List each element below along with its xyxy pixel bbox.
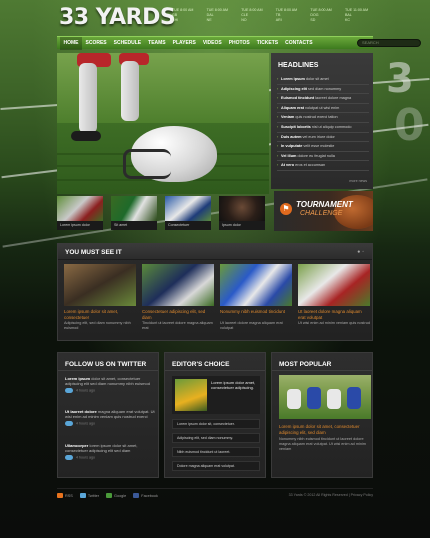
most-popular-title: MOST POPULAR [279, 361, 332, 368]
player-leg [79, 63, 97, 133]
twitter-bird-icon [65, 455, 73, 461]
editors-choice-item[interactable]: Dolore magna aliquam erat volutpat. [172, 461, 260, 471]
score-item[interactable]: TUE 11:00 AM BAL KC [345, 8, 372, 30]
twitter-link[interactable]: Twitter [79, 493, 99, 498]
twitter-icon [79, 493, 86, 498]
must-see-item[interactable]: Ut laoreet dolore magna aliquam erat vol… [298, 264, 370, 338]
next-arrow-icon[interactable]: ◦ [362, 249, 366, 255]
nav-home[interactable]: HOME [60, 37, 82, 50]
editors-choice-title: EDITOR'S CHOICE [172, 361, 230, 368]
more-news-link[interactable]: more news [349, 179, 367, 183]
editors-choice-item[interactable]: Lorem ipsum dolor sit, consectetuer. [172, 419, 260, 429]
editors-choice-panel: EDITOR'S CHOICE Lorem ipsum dolor amet, … [164, 352, 266, 478]
headline-item[interactable]: › Duis autem vel eum iriure dolor [277, 133, 369, 143]
editors-choice-item[interactable]: Adipiscing elit, sed diam nonummy. [172, 433, 260, 443]
rss-icon [57, 493, 63, 498]
score-item[interactable]: TUE 8:00 AM CLE NO [241, 8, 268, 30]
google-link[interactable]: Google [106, 493, 126, 498]
headline-item[interactable]: › Lorem ipsum dolor sit amet [277, 75, 369, 85]
facebook-link[interactable]: Facebook [133, 493, 158, 498]
copyright-text: 33 Yards © 2012 All Rights Reserved | Pr… [288, 493, 373, 497]
headline-item[interactable]: › Euismod tincidunt laoreet dolore magna [277, 94, 369, 104]
headline-item[interactable]: › Suscipit lobortis nisl ut aliquip commo… [277, 123, 369, 133]
must-see-panel: YOU MUST SEE IT ●◦ Lorem ipsum dolor sit… [57, 243, 373, 341]
yard-number-decoration: 0 [394, 100, 425, 151]
google-icon [106, 493, 112, 498]
headline-item[interactable]: › At vero eros et accumsan [277, 161, 369, 171]
main-nav: HOME SCORES SCHEDULE TEAMS PLAYERS VIDEO… [57, 36, 421, 50]
editors-choice-item[interactable]: Nibh euismod tincidunt ut laoreet. [172, 447, 260, 457]
tournament-challenge-banner[interactable]: ⚑ TOURNAMENT CHALLENGE [274, 191, 373, 231]
site-logo[interactable]: 33 YARDS [59, 5, 176, 33]
tweet-item: Lorem ipsum dolor sit amet, consectetuer… [65, 376, 150, 394]
twitter-title: FOLLOW US ON TWITTER [65, 361, 147, 368]
score-item[interactable]: TUE 8:00 AM GB CHI [172, 8, 199, 30]
nav-contacts[interactable]: CONTACTS [282, 37, 316, 50]
most-popular-panel: MOST POPULAR Lorem ipsum dolor sit amet,… [271, 352, 373, 478]
helmet-facemask [123, 149, 171, 179]
headlines-list: › Lorem ipsum dolor sit amet › Adipiscing … [277, 75, 369, 171]
twitter-bird-icon [65, 388, 73, 394]
headline-item[interactable]: › Adipiscing elit sed diam nonummy [277, 85, 369, 95]
player-cleat [71, 131, 101, 141]
search-input[interactable]: SEARCH [357, 39, 421, 47]
gallery-thumbnail[interactable]: Ipsum dolor [219, 196, 265, 230]
must-see-item[interactable]: Nonummy nibh euismod tincidunt Ut laoree… [220, 264, 292, 338]
headline-item[interactable]: › Vel illum dolore eu feugiat nulla [277, 152, 369, 162]
twitter-panel: FOLLOW US ON TWITTER Lorem ipsum dolor s… [57, 352, 159, 478]
nav-videos[interactable]: VIDEOS [199, 37, 225, 50]
nav-teams[interactable]: TEAMS [145, 37, 170, 50]
headlines-panel: HEADLINES › Lorem ipsum dolor sit amet › A… [271, 53, 373, 189]
gallery-thumbnail[interactable]: Sit amet [111, 196, 157, 230]
most-popular-image[interactable] [279, 375, 371, 419]
whistle-icon: ⚑ [280, 203, 292, 215]
social-links: RSS Twitter Google Facebook [57, 493, 165, 498]
facebook-icon [133, 493, 140, 498]
tweet-item: Ullamcorper lorem ipsum dolor sit amet, … [65, 443, 138, 461]
headline-item[interactable]: › In vulputate velit esse molestie [277, 142, 369, 152]
hero-image[interactable] [57, 53, 269, 194]
scoreboard: TUE 8:00 AM GB CHI TUE 8:00 AM DAL NE TU… [172, 8, 372, 30]
twitter-bird-icon [65, 421, 73, 427]
footer: RSS Twitter Google Facebook 33 Yards © 2… [57, 488, 373, 500]
gallery-thumbnail[interactable]: Consectetuer [165, 196, 211, 230]
player-leg [121, 61, 139, 121]
nav-schedule[interactable]: SCHEDULE [110, 37, 145, 50]
nav-photos[interactable]: PHOTOS [225, 37, 253, 50]
nav-tickets[interactable]: TICKETS [253, 37, 281, 50]
headline-item[interactable]: › Veniam quis nostrud exerci tation [277, 113, 369, 123]
nav-players[interactable]: PLAYERS [169, 37, 199, 50]
score-item[interactable]: TUE 8:00 AM TB ARI [276, 8, 303, 30]
editors-choice-feature[interactable]: Lorem ipsum dolor amet, consectetuer adi… [172, 376, 260, 414]
must-see-item[interactable]: Lorem ipsum dolor sit amet, consectetuer… [64, 264, 136, 338]
nav-scores[interactable]: SCORES [82, 37, 110, 50]
score-item[interactable]: TUE 8:00 AM DAL NE [207, 8, 234, 30]
yard-number-decoration: 3 [386, 56, 414, 102]
headlines-title: HEADLINES [278, 62, 319, 69]
must-see-title: YOU MUST SEE IT [65, 249, 122, 256]
must-see-item[interactable]: Consectetuer adipiscing elit, sed diam T… [142, 264, 214, 338]
tweet-item: Ut laoreet dolore magna aliquam erat vol… [65, 409, 155, 427]
gallery-thumbnail[interactable]: Lorem ipsum dolor [57, 196, 103, 230]
rss-link[interactable]: RSS [57, 493, 73, 498]
headline-item[interactable]: › Aliquam erat volutpat ut wisi enim [277, 104, 369, 114]
score-item[interactable]: TUE 8:00 AM DOG SD [310, 8, 337, 30]
